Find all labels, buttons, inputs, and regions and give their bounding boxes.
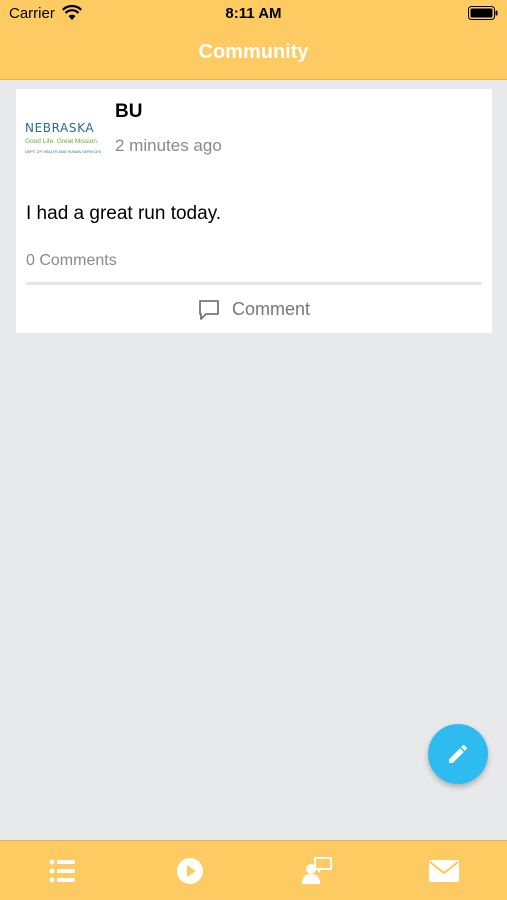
comment-button-label: Comment (231, 299, 311, 319)
comment-count[interactable]: 0 Comments (26, 252, 117, 270)
tab-bar (0, 840, 507, 900)
logo-department: DEPT. OF HEALTH AND HUMAN SERVICES (25, 150, 102, 154)
clock: 8:11 AM (225, 5, 282, 22)
divider (26, 282, 482, 285)
comment-icon (199, 299, 219, 320)
battery-icon (468, 6, 498, 20)
compose-post-button[interactable] (428, 724, 488, 784)
mail-icon (429, 860, 459, 882)
tab-videos[interactable] (127, 841, 253, 900)
page-title: Community (198, 41, 309, 63)
post-author[interactable]: BU (115, 101, 142, 123)
tab-feed[interactable] (0, 841, 126, 900)
author-avatar[interactable]: NEBRASKA Good Life. Great Mission. DEPT.… (25, 117, 103, 157)
post-timestamp: 2 minutes ago (115, 136, 222, 155)
tab-messages[interactable] (381, 841, 507, 900)
post-card: NEBRASKA Good Life. Great Mission. DEPT.… (16, 89, 492, 333)
tab-community[interactable] (254, 841, 380, 900)
logo-tagline: Good Life. Great Mission. (25, 138, 99, 145)
logo-name: NEBRASKA (25, 121, 95, 135)
pencil-icon (449, 744, 468, 763)
community-icon (302, 857, 332, 884)
post-text: I had a great run today. (26, 203, 222, 224)
comment-button[interactable]: Comment (16, 286, 492, 333)
header: Carrier 8:11 AM Community (0, 0, 507, 80)
list-icon (49, 859, 75, 883)
play-icon (177, 858, 203, 884)
status-bar: Carrier 8:11 AM (0, 0, 507, 28)
